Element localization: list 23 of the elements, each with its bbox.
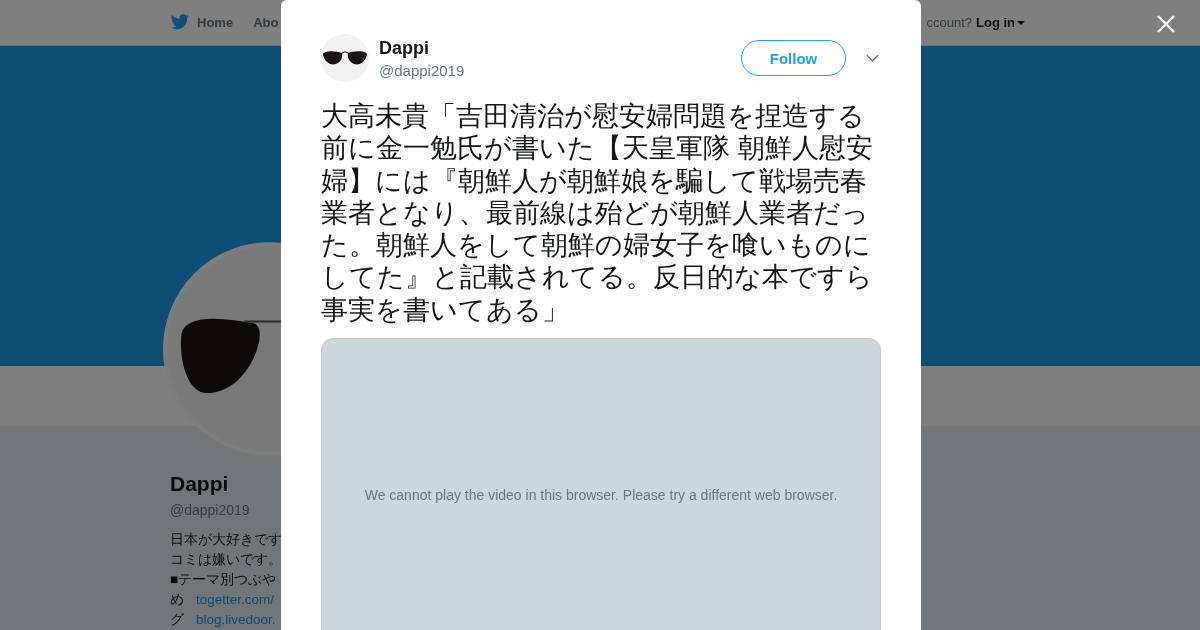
profile-handle: @dappi2019 xyxy=(170,502,250,518)
author-avatar xyxy=(321,34,369,82)
tweet-text: 大高未貴「吉田清治が慰安婦問題を捏造する前に金一勉氏が書いた【天皇軍隊 朝鮮人慰安婦】には『朝鮮人が朝鮮娘を騙して戦場売春業者となり、最前線は殆どが朝鮮人業者だった。朝鮮人をして朝鮮の婦女子を喰いものにしてた』と記載されてる。反日的な本ですら事実を書いてある」 xyxy=(321,100,874,327)
bio-text: コミは嫌いです。 xyxy=(170,551,282,569)
author-name[interactable]: Dappi xyxy=(379,37,741,59)
home-link[interactable]: Home xyxy=(170,14,234,31)
bio-link[interactable]: togetter.com/ xyxy=(196,590,275,610)
follow-button[interactable]: Follow xyxy=(741,40,846,76)
author-handle[interactable]: @dappi2019 xyxy=(379,61,741,79)
close-icon[interactable] xyxy=(1156,14,1176,34)
profile-name: Dappi xyxy=(170,472,229,496)
caret-icon xyxy=(1017,20,1025,25)
bio-text: グ xyxy=(170,611,184,629)
bio-link[interactable]: blog.livedoor. xyxy=(196,610,276,630)
bird-icon xyxy=(170,14,190,31)
chevron-down-icon[interactable] xyxy=(866,54,879,62)
about-link[interactable]: Abo xyxy=(253,15,279,30)
bio-text: ■テーマ別つぶや xyxy=(170,571,277,589)
bio-text: め xyxy=(170,591,184,609)
account-prompt: ccount? xyxy=(926,15,972,30)
bio-text: 日本が大好きです xyxy=(170,531,282,549)
login-link[interactable]: Log in xyxy=(976,15,1025,30)
video-message: We cannot play the video in this browser. Please try a different web browser. xyxy=(364,487,838,506)
